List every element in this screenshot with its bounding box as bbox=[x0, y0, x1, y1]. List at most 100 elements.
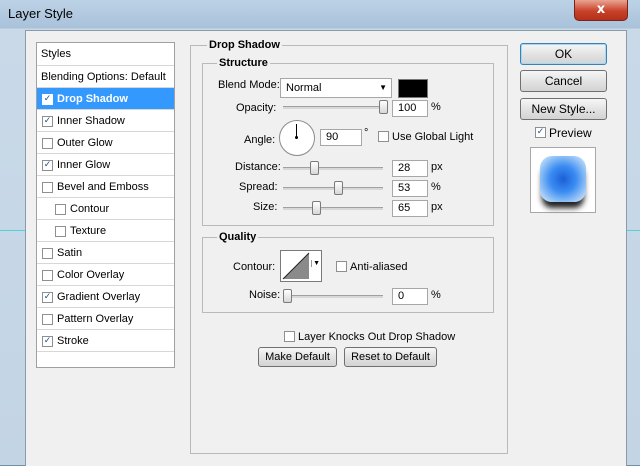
spread-unit: % bbox=[431, 181, 441, 193]
angle-input[interactable]: 90 bbox=[320, 129, 362, 146]
styles-header[interactable]: Styles bbox=[37, 43, 174, 66]
window-frame: Layer Style x Styles Blending Options: D… bbox=[0, 0, 640, 466]
style-checkbox[interactable] bbox=[42, 314, 53, 325]
blend-mode-select[interactable]: Normal ▼ bbox=[280, 78, 392, 98]
style-checkbox[interactable] bbox=[55, 204, 66, 215]
window-title: Layer Style bbox=[8, 6, 74, 21]
style-item-label: Drop Shadow bbox=[57, 93, 128, 105]
opacity-slider-track[interactable] bbox=[283, 106, 383, 109]
use-global-light-checkbox[interactable] bbox=[378, 131, 389, 142]
distance-input[interactable]: 28 bbox=[392, 160, 428, 177]
ok-button[interactable]: OK bbox=[520, 43, 607, 65]
spread-input[interactable]: 53 bbox=[392, 180, 428, 197]
size-label: Size: bbox=[253, 201, 278, 213]
distance-slider-thumb[interactable] bbox=[309, 161, 319, 175]
close-button[interactable]: x bbox=[574, 0, 628, 21]
dialog-body: Styles Blending Options: Default ✓ Drop S… bbox=[25, 30, 627, 466]
quality-group: Quality Contour: ▼ Anti-aliased Noise: 0… bbox=[202, 231, 494, 313]
preview-label: Preview bbox=[549, 126, 592, 140]
style-item-label: Stroke bbox=[57, 335, 89, 347]
style-item-label: Outer Glow bbox=[57, 137, 113, 149]
structure-group: Structure Blend Mode: Normal ▼ Opacity: … bbox=[202, 57, 494, 226]
style-checkbox[interactable] bbox=[55, 226, 66, 237]
contour-picker[interactable]: ▼ bbox=[280, 250, 322, 282]
size-slider-track[interactable] bbox=[283, 207, 383, 210]
angle-unit: ° bbox=[364, 127, 369, 139]
style-item-label: Contour bbox=[70, 203, 110, 215]
angle-dial[interactable] bbox=[279, 120, 315, 156]
opacity-label: Opacity: bbox=[236, 102, 277, 114]
preview-checkbox[interactable]: ✓ bbox=[535, 127, 546, 138]
style-item-inner-shadow[interactable]: ✓ Inner Shadow bbox=[37, 110, 174, 132]
style-item-label: Inner Glow bbox=[57, 159, 111, 171]
style-item-pattern-overlay[interactable]: Pattern Overlay bbox=[37, 308, 174, 330]
noise-slider-thumb[interactable] bbox=[283, 289, 292, 303]
style-item-label: Gradient Overlay bbox=[57, 291, 141, 303]
blending-options-label: Blending Options: Default bbox=[41, 71, 166, 83]
style-item-color-overlay[interactable]: Color Overlay bbox=[37, 264, 174, 286]
noise-input[interactable]: 0 bbox=[392, 288, 428, 305]
style-item-label: Pattern Overlay bbox=[57, 313, 134, 325]
contour-label: Contour: bbox=[233, 261, 276, 273]
chevron-down-icon: ▼ bbox=[379, 83, 387, 92]
style-item-outer-glow[interactable]: Outer Glow bbox=[37, 132, 174, 154]
style-checkbox[interactable]: ✓ bbox=[42, 292, 53, 303]
angle-label: Angle: bbox=[244, 134, 276, 146]
style-checkbox[interactable] bbox=[42, 270, 53, 281]
reset-to-default-button[interactable]: Reset to Default bbox=[344, 347, 437, 367]
style-item-gradient-overlay[interactable]: ✓ Gradient Overlay bbox=[37, 286, 174, 308]
noise-slider-track[interactable] bbox=[283, 295, 383, 298]
new-style-button[interactable]: New Style... bbox=[520, 98, 607, 120]
style-item-satin[interactable]: Satin bbox=[37, 242, 174, 264]
style-checkbox[interactable] bbox=[42, 182, 53, 193]
drop-shadow-group: Drop Shadow Structure Blend Mode: Normal… bbox=[190, 39, 508, 454]
size-slider-thumb[interactable] bbox=[311, 201, 321, 215]
use-global-light-label: Use Global Light bbox=[392, 131, 474, 143]
shadow-color-swatch[interactable] bbox=[398, 79, 428, 98]
make-default-button[interactable]: Make Default bbox=[258, 347, 337, 367]
style-item-texture[interactable]: Texture bbox=[37, 220, 174, 242]
style-item-stroke[interactable]: ✓ Stroke bbox=[37, 330, 174, 352]
style-checkbox[interactable] bbox=[42, 138, 53, 149]
style-checkbox[interactable]: ✓ bbox=[42, 116, 53, 127]
knockout-label: Layer Knocks Out Drop Shadow bbox=[298, 331, 456, 343]
cancel-button[interactable]: Cancel bbox=[520, 70, 607, 92]
blending-options-item[interactable]: Blending Options: Default bbox=[37, 66, 174, 88]
angle-dial-center bbox=[295, 136, 298, 139]
drop-shadow-title: Drop Shadow bbox=[207, 39, 282, 51]
opacity-slider-thumb[interactable] bbox=[379, 100, 388, 114]
quality-title: Quality bbox=[217, 231, 259, 243]
background-line bbox=[626, 230, 640, 231]
style-item-inner-glow[interactable]: ✓ Inner Glow bbox=[37, 154, 174, 176]
style-item-label: Bevel and Emboss bbox=[57, 181, 149, 193]
style-item-label: Texture bbox=[70, 225, 107, 237]
style-checkbox[interactable] bbox=[42, 248, 53, 259]
anti-aliased-checkbox[interactable] bbox=[336, 261, 347, 272]
preview-shape bbox=[540, 156, 586, 202]
opacity-input[interactable]: 100 bbox=[392, 100, 428, 117]
spread-slider-thumb[interactable] bbox=[333, 181, 343, 195]
styles-list: Styles Blending Options: Default ✓ Drop S… bbox=[36, 42, 175, 368]
contour-preview-icon bbox=[282, 252, 310, 280]
anti-aliased-label: Anti-aliased bbox=[350, 261, 408, 273]
style-item-bevel-and-emboss[interactable]: Bevel and Emboss bbox=[37, 176, 174, 198]
style-item-contour[interactable]: Contour bbox=[37, 198, 174, 220]
size-input[interactable]: 65 bbox=[392, 200, 428, 217]
style-checkbox[interactable]: ✓ bbox=[42, 160, 53, 171]
style-item-drop-shadow[interactable]: ✓ Drop Shadow bbox=[37, 88, 174, 110]
styles-header-label: Styles bbox=[41, 48, 71, 60]
style-item-label: Inner Shadow bbox=[57, 115, 125, 127]
spread-label: Spread: bbox=[239, 181, 278, 193]
title-bar[interactable]: Layer Style x bbox=[0, 0, 640, 30]
distance-slider-track[interactable] bbox=[283, 167, 383, 170]
style-checkbox[interactable]: ✓ bbox=[42, 336, 53, 347]
size-unit: px bbox=[431, 201, 443, 213]
knockout-checkbox[interactable] bbox=[284, 331, 295, 342]
structure-title: Structure bbox=[217, 57, 270, 69]
style-checkbox[interactable]: ✓ bbox=[42, 94, 53, 105]
noise-label: Noise: bbox=[249, 289, 281, 301]
contour-dropdown-icon[interactable]: ▼ bbox=[311, 260, 320, 267]
background-line bbox=[0, 230, 25, 231]
opacity-unit: % bbox=[431, 101, 441, 113]
close-icon: x bbox=[596, 2, 606, 17]
